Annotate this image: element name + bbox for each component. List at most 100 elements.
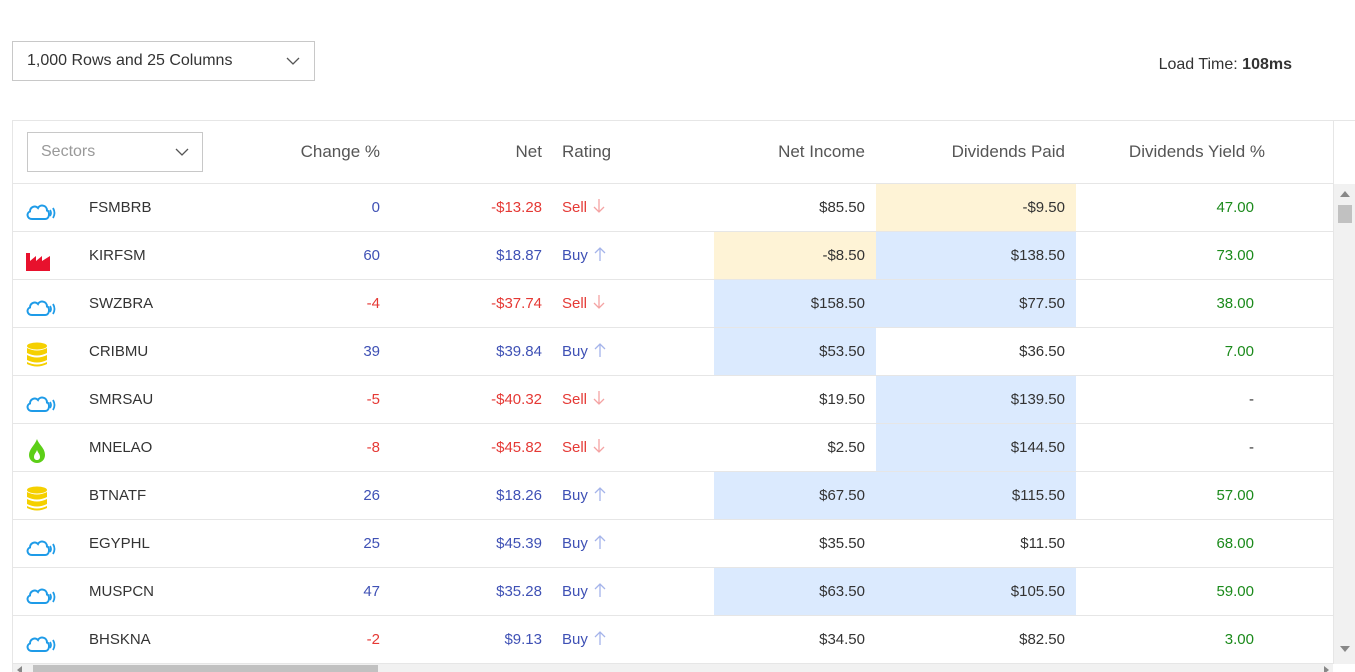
net-cell: -$13.28 (491, 199, 542, 216)
rating-label: Buy (562, 247, 588, 264)
dividends-paid-cell: $82.50 (1019, 631, 1065, 648)
rating-cell: Sell (562, 184, 662, 231)
net-income-cell: $63.50 (714, 568, 876, 615)
net-cell: $9.13 (504, 631, 542, 648)
load-time: Load Time: 108ms (1159, 56, 1292, 74)
dividends-yield-cell: 68.00 (1216, 535, 1254, 552)
load-time-label: Load Time: (1158, 56, 1238, 73)
symbol-cell: BHSKNA (89, 631, 151, 648)
change-cell: -5 (366, 391, 380, 408)
dividends-yield-cell: 47.00 (1216, 199, 1254, 216)
net-cell: $18.26 (496, 487, 542, 504)
scroll-down-icon[interactable] (1340, 646, 1350, 652)
symbol-cell: SMRSAU (89, 391, 154, 408)
change-cell: 39 (363, 343, 380, 360)
change-cell: 25 (363, 535, 380, 552)
vertical-scroll-thumb[interactable] (1338, 205, 1352, 223)
column-header-rating[interactable]: Rating (562, 121, 662, 183)
scroll-up-icon[interactable] (1340, 191, 1350, 197)
table-row[interactable]: KIRFSM 60 $18.87 Buy -$8.50 $138.50 73.00 (13, 232, 1333, 280)
sector-icon-cell (25, 424, 57, 471)
dividends-yield-cell: - (1249, 391, 1254, 408)
arrow-up-icon (588, 343, 606, 360)
table-row[interactable]: MUSPCN 47 $35.28 Buy $63.50 $105.50 59.00 (13, 568, 1333, 616)
table-row[interactable]: SMRSAU -5 -$40.32 Sell $19.50 $139.50 - (13, 376, 1333, 424)
net-income-cell: $158.50 (714, 280, 876, 327)
sector-icon-cell (25, 616, 57, 663)
rating-label: Buy (562, 487, 588, 504)
rating-cell: Buy (562, 328, 662, 375)
symbol-cell: FSMBRB (89, 199, 152, 216)
sector-icon-cell (25, 280, 57, 327)
net-income-cell: $67.50 (714, 472, 876, 519)
sectors-filter-dropdown[interactable]: Sectors (27, 132, 203, 172)
table-row[interactable]: BHSKNA -2 $9.13 Buy $34.50 $82.50 3.00 (13, 616, 1333, 664)
dividends-paid-cell: $115.50 (876, 472, 1076, 519)
data-grid: Sectors Change % Net Rating Net Income D… (12, 120, 1355, 672)
dividends-paid-cell: $144.50 (876, 424, 1076, 471)
net-cell: -$37.74 (491, 295, 542, 312)
change-cell: 0 (371, 199, 380, 216)
grid-body: FSMBRB 0 -$13.28 Sell $85.50 -$9.50 47.00 KIRFS… (13, 184, 1333, 664)
dividends-paid-cell: $139.50 (876, 376, 1076, 423)
column-header-change[interactable]: Change % (213, 121, 380, 183)
table-row[interactable]: FSMBRB 0 -$13.28 Sell $85.50 -$9.50 47.00 (13, 184, 1333, 232)
scroll-left-icon[interactable] (17, 666, 22, 672)
net-income-cell: $85.50 (819, 199, 865, 216)
rows-columns-dropdown-value: 1,000 Rows and 25 Columns (27, 52, 233, 69)
dividends-paid-cell: $105.50 (876, 568, 1076, 615)
sector-icon-cell (25, 472, 57, 519)
net-cell: $35.28 (496, 583, 542, 600)
column-header-net-income[interactable]: Net Income (714, 121, 876, 183)
rating-label: Buy (562, 631, 588, 648)
arrow-up-icon (588, 631, 606, 648)
column-header-dividends-yield[interactable]: Dividends Yield % (1076, 121, 1266, 183)
change-cell: 60 (363, 247, 380, 264)
net-cell: $45.39 (496, 535, 542, 552)
dividends-yield-cell: 59.00 (1216, 583, 1254, 600)
sector-icon-cell (25, 184, 57, 231)
arrow-down-icon (587, 391, 605, 408)
net-cell: $18.87 (496, 247, 542, 264)
rating-label: Sell (562, 295, 588, 312)
change-cell: 26 (363, 487, 380, 504)
rating-cell: Buy (562, 232, 662, 279)
sector-icon-cell (25, 232, 57, 279)
symbol-cell: KIRFSM (89, 247, 146, 264)
rating-label: Sell (562, 391, 588, 408)
arrow-up-icon (588, 535, 606, 552)
change-cell: -8 (366, 439, 380, 456)
grid-header: Sectors Change % Net Rating Net Income D… (13, 121, 1333, 184)
table-row[interactable]: BTNATF 26 $18.26 Buy $67.50 $115.50 57.00 (13, 472, 1333, 520)
rows-columns-dropdown[interactable]: 1,000 Rows and 25 Columns (12, 41, 315, 81)
net-cell: $39.84 (496, 343, 542, 360)
table-row[interactable]: CRIBMU 39 $39.84 Buy $53.50 $36.50 7.00 (13, 328, 1333, 376)
rating-label: Buy (562, 343, 588, 360)
column-header-net[interactable]: Net (380, 121, 542, 183)
table-row[interactable]: SWZBRA -4 -$37.74 Sell $158.50 $77.50 38.00 (13, 280, 1333, 328)
rating-label: Buy (562, 535, 588, 552)
horizontal-scrollbar[interactable] (13, 664, 1333, 672)
symbol-cell: CRIBMU (89, 343, 149, 360)
arrow-up-icon (588, 583, 606, 600)
net-income-cell: $53.50 (714, 328, 876, 375)
net-cell: -$40.32 (491, 391, 542, 408)
arrow-down-icon (587, 199, 605, 216)
horizontal-scroll-thumb[interactable] (33, 665, 378, 672)
rating-cell: Sell (562, 424, 662, 471)
rating-label: Sell (562, 439, 588, 456)
sector-icon-cell (25, 520, 57, 567)
dividends-yield-cell: 73.00 (1216, 247, 1254, 264)
net-income-cell: $2.50 (827, 439, 865, 456)
arrow-up-icon (588, 487, 606, 504)
dividends-yield-cell: - (1249, 439, 1254, 456)
vertical-scrollbar[interactable] (1333, 184, 1355, 664)
net-income-cell: $35.50 (819, 535, 865, 552)
rating-label: Sell (562, 199, 588, 216)
table-row[interactable]: MNELAO -8 -$45.82 Sell $2.50 $144.50 - (13, 424, 1333, 472)
scroll-right-icon[interactable] (1324, 666, 1329, 672)
symbol-cell: EGYPHL (89, 535, 150, 552)
column-header-dividends-paid[interactable]: Dividends Paid (876, 121, 1076, 183)
dividends-paid-cell: $11.50 (1020, 535, 1065, 552)
table-row[interactable]: EGYPHL 25 $45.39 Buy $35.50 $11.50 68.00 (13, 520, 1333, 568)
